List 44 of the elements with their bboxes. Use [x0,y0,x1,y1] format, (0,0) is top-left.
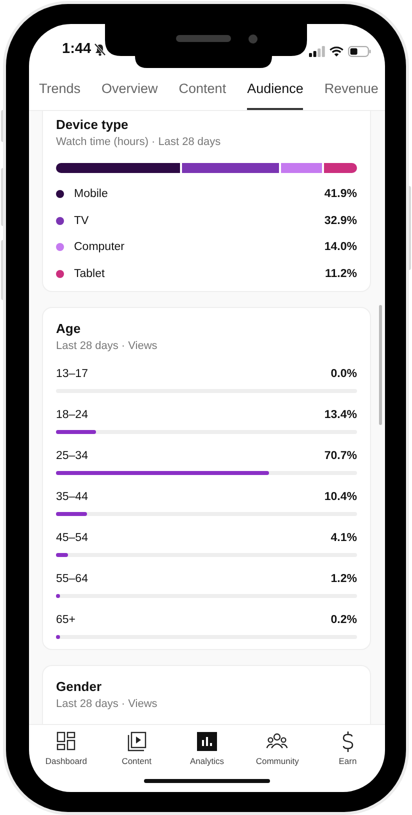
age-label: 65+ [56,613,76,627]
nav-item[interactable]: Dashboard [32,731,100,770]
card-subtitle: Watch time (hours) · Last 28 days [56,135,222,150]
percent-value: 41.9% [324,188,357,200]
percent-value: 10.4% [324,490,357,504]
card-subtitle: Last 28 days · Views [56,339,158,354]
percent-value: 0.2% [330,613,357,627]
legend-label: Computer [74,241,126,254]
tab[interactable]: Overview [102,68,158,110]
nav-item[interactable]: Community [243,731,312,770]
card-title: Device type [56,116,130,133]
percent-value: 1.2% [330,572,357,586]
signal-icon [309,46,325,57]
age-label: 55–64 [56,572,88,586]
card-title: Age [56,320,82,337]
wifi-icon [329,46,344,57]
age-label: 18–24 [56,408,88,422]
tab[interactable]: Content [178,68,226,110]
nav-item[interactable]: Content [102,731,171,770]
percent-value: 0.0% [330,367,357,381]
nav-item[interactable]: Analytics [172,731,241,770]
dashboard-icon [55,731,78,752]
age-label: 35–44 [56,490,88,504]
battery-icon [348,46,371,57]
tab[interactable]: Revenue [324,68,378,110]
video-library-icon [126,731,148,752]
card-subtitle: Last 28 days · Views [56,697,158,712]
legend-label: Tablet [74,268,106,280]
tab[interactable]: Trends [39,68,81,110]
percent-value: 13.4% [324,408,357,422]
percent-value: 32.9% [324,214,357,227]
bar-chart-icon [196,731,218,752]
percent-value: 11.2% [325,268,357,280]
percent-value: 14.0% [324,241,357,254]
percent-value: 70.7% [324,449,357,463]
legend-label: Mobile [74,188,109,200]
status-time: 1:44 [62,41,92,57]
card-title: Gender [56,678,103,695]
age-label: 25–34 [56,449,88,463]
nav-item[interactable]: Earn [314,731,382,770]
percent-value: 4.1% [330,531,357,545]
age-label: 13–17 [56,367,88,381]
legend-label: TV [74,214,90,227]
age-label: 45–54 [56,531,88,545]
